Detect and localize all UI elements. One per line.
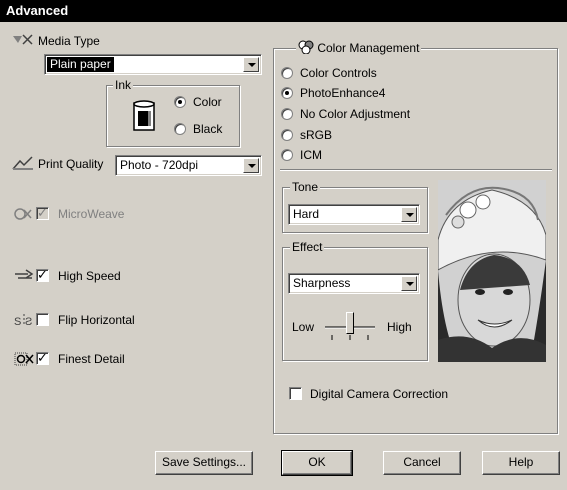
print-quality-icon: [12, 156, 34, 173]
chevron-down-icon[interactable]: [401, 207, 417, 222]
icm-label[interactable]: ICM: [300, 148, 322, 162]
svg-text:S: S: [14, 316, 21, 327]
help-button[interactable]: Help: [482, 451, 560, 475]
slider-high-label: High: [387, 320, 412, 334]
photo-preview-image: [437, 180, 547, 362]
divider: [280, 169, 552, 171]
microweave-icon: [14, 207, 32, 224]
flip-horizontal-checkbox[interactable]: [36, 313, 49, 326]
media-type-icon: [12, 34, 34, 49]
print-quality-select[interactable]: Photo - 720dpi: [115, 155, 262, 176]
ink-group-label: Ink: [113, 78, 134, 92]
microweave-checkbox[interactable]: [36, 205, 49, 221]
no-color-adjustment-radio[interactable]: [281, 108, 293, 120]
tone-select[interactable]: Hard: [288, 204, 420, 225]
effect-select[interactable]: Sharpness: [288, 273, 420, 294]
finest-detail-checkbox[interactable]: [36, 350, 49, 366]
high-speed-label[interactable]: High Speed: [58, 269, 121, 283]
srgb-radio[interactable]: [281, 129, 293, 141]
flip-horizontal-label[interactable]: Flip Horizontal: [58, 313, 135, 327]
slider-low-label: Low: [292, 320, 315, 334]
tone-group-label: Tone: [290, 180, 321, 194]
flip-horizontal-icon: SƧ: [14, 313, 34, 330]
finest-detail-icon: [14, 352, 34, 369]
ink-black-radio[interactable]: [174, 123, 186, 135]
svg-text:Ƨ: Ƨ: [25, 316, 32, 327]
print-quality-value: Photo - 720dpi: [120, 158, 199, 172]
media-type-value: Plain paper: [47, 57, 114, 72]
chevron-down-icon[interactable]: [243, 158, 259, 173]
digital-camera-correction-label[interactable]: Digital Camera Correction: [310, 387, 448, 401]
finest-detail-label[interactable]: Finest Detail: [58, 352, 125, 366]
microweave-label: MicroWeave: [58, 207, 125, 221]
tone-value: Hard: [293, 207, 320, 221]
window-title: Advanced: [0, 0, 567, 22]
digital-camera-correction-checkbox[interactable]: [289, 387, 302, 400]
chevron-down-icon[interactable]: [401, 276, 417, 291]
ink-cartridge-icon: [131, 98, 157, 135]
ink-color-radio[interactable]: [174, 96, 186, 108]
effect-value: Sharpness: [293, 276, 351, 290]
cancel-button[interactable]: Cancel: [383, 451, 461, 475]
color-controls-label[interactable]: Color Controls: [300, 66, 377, 80]
high-speed-icon: [14, 269, 34, 286]
high-speed-checkbox[interactable]: [36, 267, 49, 283]
sharpness-slider[interactable]: [323, 310, 377, 346]
print-quality-label: Print Quality: [38, 157, 104, 171]
color-controls-radio[interactable]: [281, 67, 293, 79]
chevron-down-icon[interactable]: [243, 57, 259, 72]
slider-thumb[interactable]: [346, 312, 354, 334]
color-management-legend: Color Management: [296, 40, 422, 55]
icm-radio[interactable]: [281, 149, 293, 161]
ok-button[interactable]: OK: [281, 450, 353, 476]
color-wheel-icon: [298, 40, 314, 55]
media-type-select[interactable]: Plain paper: [44, 54, 262, 75]
photoenhance-label[interactable]: PhotoEnhance4: [300, 86, 385, 100]
no-color-adjustment-label[interactable]: No Color Adjustment: [300, 107, 410, 121]
color-management-label: Color Management: [317, 41, 420, 55]
photoenhance-radio[interactable]: [281, 87, 293, 99]
ink-black-label[interactable]: Black: [193, 122, 222, 136]
srgb-label[interactable]: sRGB: [300, 128, 332, 142]
effect-group-label: Effect: [290, 240, 325, 254]
ink-color-label[interactable]: Color: [193, 95, 222, 109]
media-type-label: Media Type: [38, 34, 100, 48]
save-settings-button[interactable]: Save Settings...: [155, 451, 253, 475]
